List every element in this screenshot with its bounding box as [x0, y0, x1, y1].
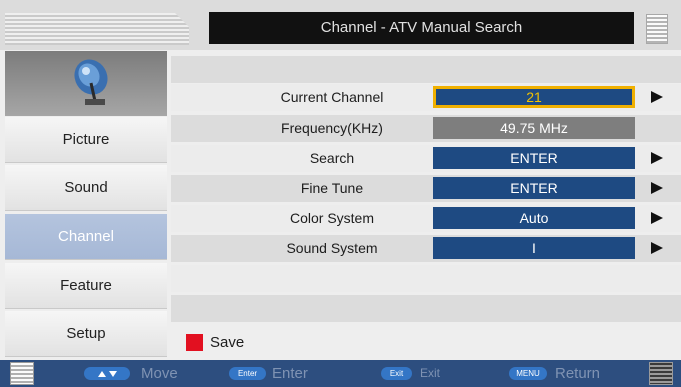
sidebar-item-label: Channel	[58, 228, 114, 245]
setting-row-current-channel[interactable]: Current Channel 21	[171, 84, 681, 111]
color-system-value[interactable]: Auto	[433, 207, 635, 229]
footer-bar: Move Enter Enter Exit Exit MENU Return	[0, 360, 681, 387]
setting-row-search[interactable]: Search ENTER	[171, 145, 681, 172]
sidebar-item-picture[interactable]: Picture	[5, 117, 167, 163]
exit-key-icon: Exit	[381, 367, 412, 380]
top-bar: Channel - ATV Manual Search	[0, 0, 681, 50]
setting-row-color-system[interactable]: Color System Auto	[171, 205, 681, 232]
setting-label: Search	[309, 150, 355, 166]
setting-row-sound-system[interactable]: Sound System I	[171, 235, 681, 262]
save-label: Save	[210, 333, 245, 351]
arrow-right-icon[interactable]	[651, 242, 663, 254]
setting-label: Color System	[289, 210, 375, 226]
sound-system-value[interactable]: I	[433, 237, 635, 259]
empty-row	[171, 295, 681, 322]
setting-row-fine-tune[interactable]: Fine Tune ENTER	[171, 175, 681, 202]
menu-key-icon: MENU	[509, 367, 547, 380]
sidebar-item-feature[interactable]: Feature	[5, 263, 167, 309]
sidebar-item-channel[interactable]: Channel	[5, 214, 167, 260]
satellite-dish-icon	[74, 59, 108, 105]
sidebar-item-label: Feature	[60, 277, 112, 294]
fine-tune-value[interactable]: ENTER	[433, 177, 635, 199]
empty-row	[171, 265, 681, 292]
category-banner	[5, 51, 167, 116]
setting-label: Sound System	[286, 240, 378, 256]
page-title: Channel - ATV Manual Search	[209, 12, 634, 44]
enter-key-icon: Enter	[229, 367, 266, 380]
exit-hint: Exit	[420, 366, 441, 380]
sidebar-item-setup[interactable]: Setup	[5, 311, 167, 357]
arrow-right-icon[interactable]	[651, 91, 663, 103]
sidebar-item-label: Setup	[66, 325, 106, 342]
setting-label: Fine Tune	[300, 180, 364, 196]
arrow-right-icon[interactable]	[651, 182, 663, 194]
sidebar-item-label: Sound	[64, 179, 108, 196]
search-value[interactable]: ENTER	[433, 147, 635, 169]
arrow-right-icon[interactable]	[651, 212, 663, 224]
frequency-value: 49.75 MHz	[433, 117, 635, 139]
red-key-icon	[186, 333, 203, 351]
return-hint: Return	[555, 365, 601, 382]
setting-label: Frequency(KHz)	[281, 120, 383, 136]
sidebar-item-sound[interactable]: Sound	[5, 165, 167, 211]
header-decoration	[5, 13, 189, 45]
save-button[interactable]: Save	[186, 333, 244, 351]
sidebar-item-label: Picture	[62, 131, 110, 148]
current-channel-value[interactable]: 21	[433, 86, 635, 108]
enter-hint: Enter	[272, 365, 308, 382]
arrow-right-icon[interactable]	[651, 152, 663, 164]
spacer-row	[171, 56, 681, 83]
move-hint: Move	[141, 365, 178, 382]
menu-lines-icon	[10, 362, 34, 385]
menu-lines-icon	[649, 362, 673, 385]
move-key-icon	[84, 367, 130, 380]
setting-row-frequency: Frequency(KHz) 49.75 MHz	[171, 115, 681, 142]
menu-lines-icon	[646, 14, 668, 44]
setting-label: Current Channel	[280, 89, 384, 105]
